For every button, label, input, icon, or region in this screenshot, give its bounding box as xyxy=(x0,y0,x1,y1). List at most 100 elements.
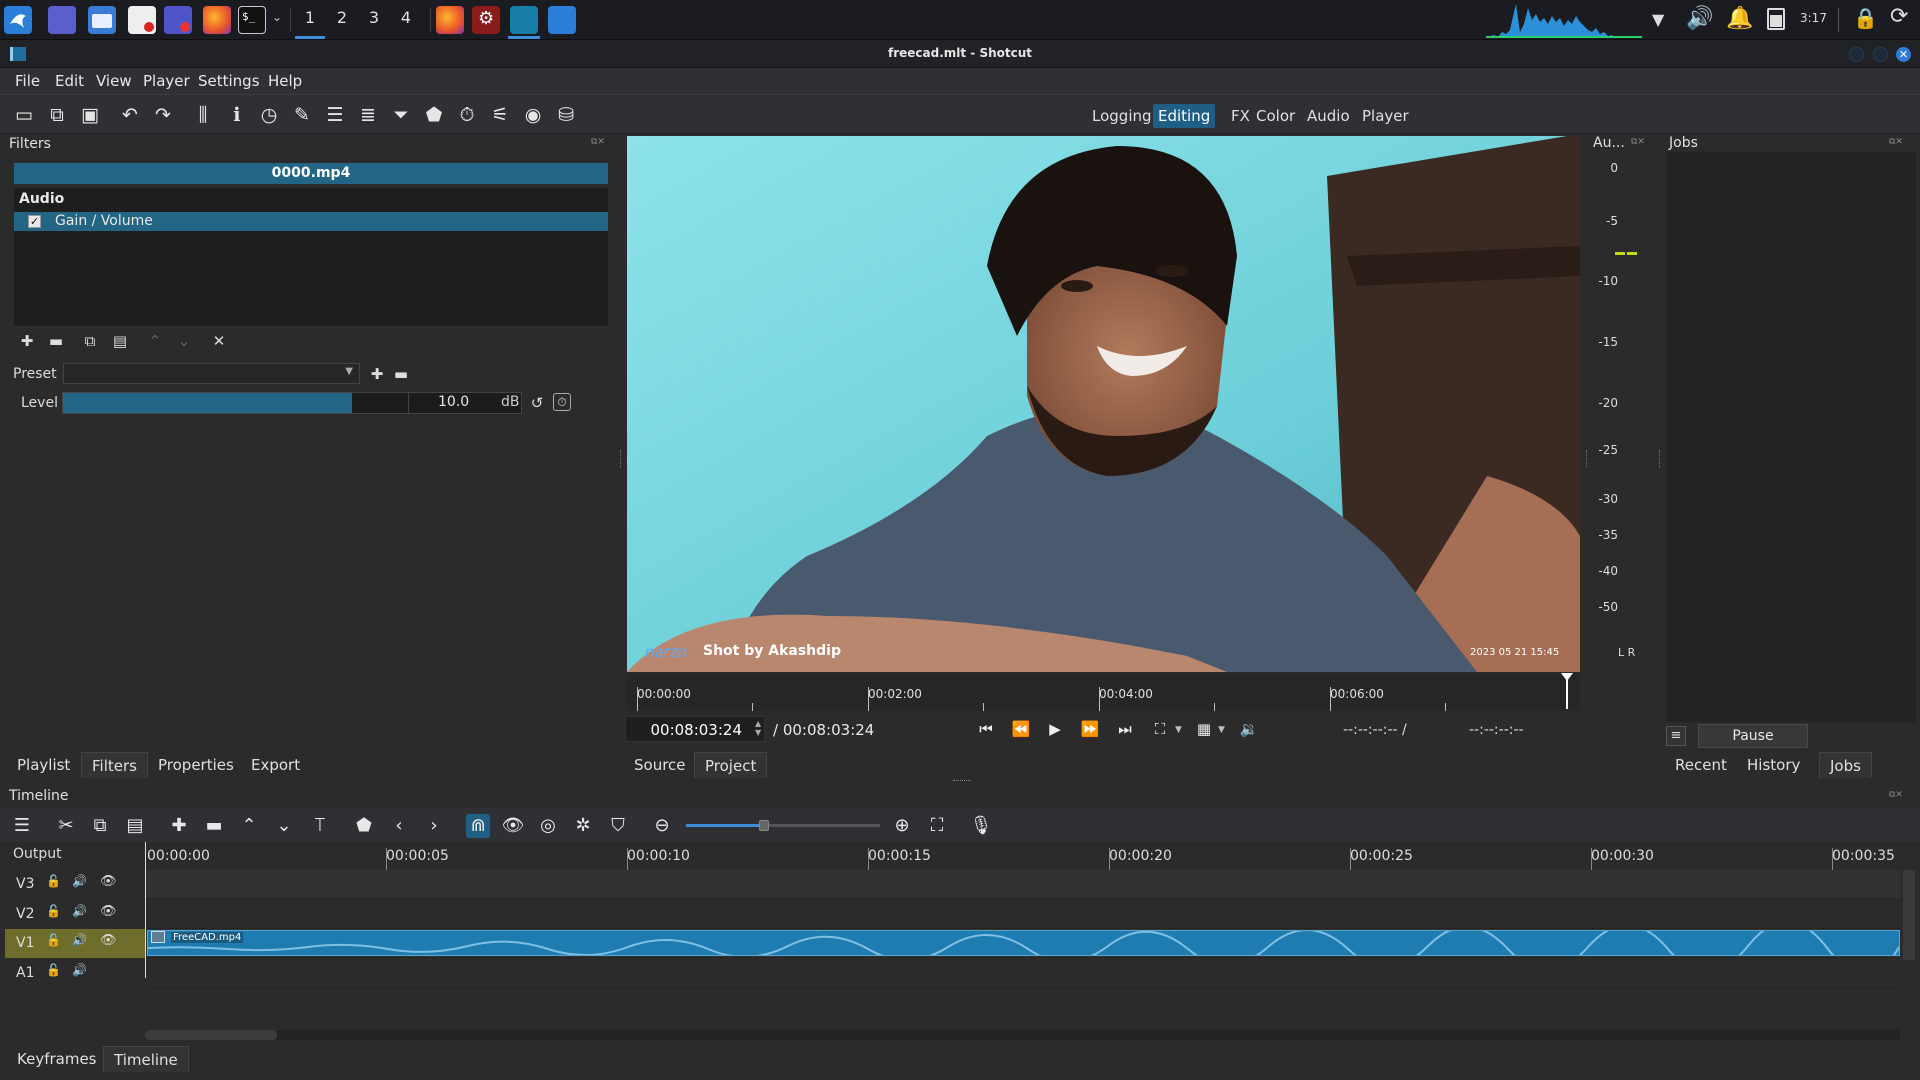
recent-icon[interactable]: ◷ xyxy=(258,104,280,126)
tab-playlist[interactable]: Playlist xyxy=(7,752,80,778)
timeline-playhead[interactable] xyxy=(145,842,146,978)
tab-jobs[interactable]: Jobs xyxy=(1819,752,1872,778)
move-up-icon[interactable]: ⌃ xyxy=(145,331,165,351)
tab-keyframes[interactable]: Keyframes xyxy=(7,1046,107,1072)
volume-icon[interactable]: 🔊 xyxy=(1686,6,1713,31)
mute-icon[interactable]: 🔊 xyxy=(72,933,87,947)
track-row-v2[interactable] xyxy=(145,900,1900,929)
previous-marker-icon[interactable]: ‹ xyxy=(387,814,411,838)
wifi-icon[interactable]: ▼ xyxy=(1652,10,1664,29)
mute-icon[interactable]: 🔊 xyxy=(72,904,87,918)
notification-bell-icon[interactable]: 🔔 xyxy=(1726,6,1753,31)
history-icon[interactable]: ⚟ xyxy=(489,104,511,126)
splitter-handle[interactable] xyxy=(1586,450,1589,468)
peak-meter-icon[interactable]: ⫼ xyxy=(192,104,214,126)
keyframes-icon[interactable]: ⏱ xyxy=(456,104,478,126)
mute-icon[interactable]: 🔊 xyxy=(72,963,87,977)
text-editor-icon[interactable] xyxy=(128,6,156,34)
filters-icon[interactable]: ⏷ xyxy=(390,104,412,126)
file-manager-icon[interactable] xyxy=(88,6,116,34)
tab-filters[interactable]: Filters xyxy=(81,752,148,778)
playlist-icon[interactable]: ☰ xyxy=(324,104,346,126)
open-file-icon[interactable]: ▭ xyxy=(13,104,35,126)
keyframe-timer-icon[interactable]: ⏱ xyxy=(553,393,571,411)
layout-player[interactable]: Player xyxy=(1357,104,1414,128)
jobs-menu-icon[interactable]: ≡ xyxy=(1666,726,1686,746)
ripple-markers-icon[interactable]: ⛉ xyxy=(606,814,630,838)
screen-recorder-icon[interactable] xyxy=(164,6,192,34)
notes-icon[interactable]: ✎ xyxy=(291,104,313,126)
chevron-down-icon[interactable]: ▼ xyxy=(1175,725,1182,735)
lock-icon[interactable]: 🔓 xyxy=(46,933,61,947)
position-timecode[interactable]: 00:08:03:24 xyxy=(625,716,765,742)
desktop-icon[interactable] xyxy=(48,6,76,34)
window-titlebar[interactable]: freecad.mlt - Shotcut ✕ xyxy=(0,40,1920,68)
fast-forward-icon[interactable]: ⏩ xyxy=(1078,718,1102,740)
add-marker-icon[interactable]: ⬟ xyxy=(352,814,376,838)
menu-help[interactable]: Help xyxy=(268,72,302,90)
export-icon[interactable]: ◉ xyxy=(522,104,544,126)
track-head-v3[interactable]: V3 🔓 🔊 👁 xyxy=(5,870,145,899)
menu-edit[interactable]: Edit xyxy=(55,72,84,90)
lift-icon[interactable]: ⌃ xyxy=(237,814,261,838)
track-row-v3[interactable] xyxy=(145,870,1900,899)
snap-magnet-icon[interactable]: ⋒ xyxy=(466,814,490,838)
layout-color[interactable]: Color xyxy=(1251,104,1300,128)
terminal-icon[interactable]: $_ xyxy=(238,6,266,34)
tab-timeline[interactable]: Timeline xyxy=(103,1046,189,1072)
remove-preset-icon[interactable]: ▬ xyxy=(391,364,411,384)
menu-file[interactable]: File xyxy=(15,72,40,90)
battery-icon[interactable] xyxy=(1767,8,1785,30)
tab-source[interactable]: Source xyxy=(624,752,696,778)
redo-icon[interactable]: ↷ xyxy=(152,104,174,126)
eye-icon[interactable]: 👁 xyxy=(100,874,117,889)
video-preview[interactable]: narzo Shot by Akashdip 2023 05 21 15:45 xyxy=(627,136,1580,672)
track-row-a1[interactable] xyxy=(145,959,1900,988)
clock[interactable]: 3:17 xyxy=(1800,11,1827,25)
tab-project[interactable]: Project xyxy=(694,752,768,778)
mute-icon[interactable]: 🔊 xyxy=(72,874,87,888)
scrub-drag-icon[interactable]: 👁 xyxy=(501,814,525,838)
menu-view[interactable]: View xyxy=(96,72,132,90)
splitter-handle[interactable] xyxy=(1659,450,1662,468)
lock-icon[interactable]: 🔓 xyxy=(46,904,61,918)
zoom-fit-icon[interactable]: ⛶ xyxy=(1148,718,1172,740)
filters-list[interactable] xyxy=(14,188,608,326)
remove-filter-icon[interactable]: ▬ xyxy=(46,331,66,351)
eye-icon[interactable]: 👁 xyxy=(100,933,117,948)
tab-recent[interactable]: Recent xyxy=(1665,752,1737,778)
folder-window-icon[interactable] xyxy=(548,6,576,34)
add-preset-icon[interactable]: ✚ xyxy=(367,364,387,384)
firefox-window-icon[interactable] xyxy=(436,6,464,34)
close-button[interactable]: ✕ xyxy=(1896,47,1911,62)
append-icon[interactable]: ✚ xyxy=(167,814,191,838)
track-head-a1[interactable]: A1 🔓 🔊 xyxy=(5,959,145,988)
next-marker-icon[interactable]: › xyxy=(422,814,446,838)
chevron-down-icon[interactable]: ⌄ xyxy=(272,10,282,24)
timecode-spinner-icon[interactable]: ▲ ▼ xyxy=(755,719,761,737)
timeline-icon[interactable]: ≣ xyxy=(357,104,379,126)
level-slider[interactable]: 10.0 dB xyxy=(62,392,522,414)
copy-filter-icon[interactable]: ⧉ xyxy=(80,331,100,351)
lock-icon[interactable]: 🔓 xyxy=(46,963,61,977)
tab-export[interactable]: Export xyxy=(241,752,310,778)
copy-icon[interactable]: ⧉ xyxy=(88,814,112,838)
workspace-2[interactable]: 2 xyxy=(330,8,354,27)
layout-audio[interactable]: Audio xyxy=(1302,104,1355,128)
zoom-slider-handle[interactable] xyxy=(759,820,769,831)
record-audio-icon[interactable]: 🎙 xyxy=(969,814,993,838)
volume-control-icon[interactable]: 🔉 xyxy=(1237,718,1261,740)
open-other-icon[interactable]: ⧉ xyxy=(46,104,68,126)
menu-player[interactable]: Player xyxy=(143,72,190,90)
track-head-v1[interactable]: V1 🔓 🔊 👁 xyxy=(5,929,145,958)
reset-level-icon[interactable]: ↺ xyxy=(527,393,547,413)
chevron-down-icon[interactable]: ▼ xyxy=(1218,725,1225,735)
ripple-icon[interactable]: ◎ xyxy=(536,814,560,838)
splitter-handle[interactable] xyxy=(953,780,971,783)
paste-icon[interactable]: ▤ xyxy=(123,814,147,838)
ripple-all-tracks-icon[interactable]: ✲ xyxy=(571,814,595,838)
timeline-clip[interactable] xyxy=(147,930,1900,956)
split-icon[interactable]: ⟙ xyxy=(308,814,332,838)
freecad-window-icon[interactable]: ⚙ xyxy=(472,6,500,34)
save-icon[interactable]: ▣ xyxy=(79,104,101,126)
